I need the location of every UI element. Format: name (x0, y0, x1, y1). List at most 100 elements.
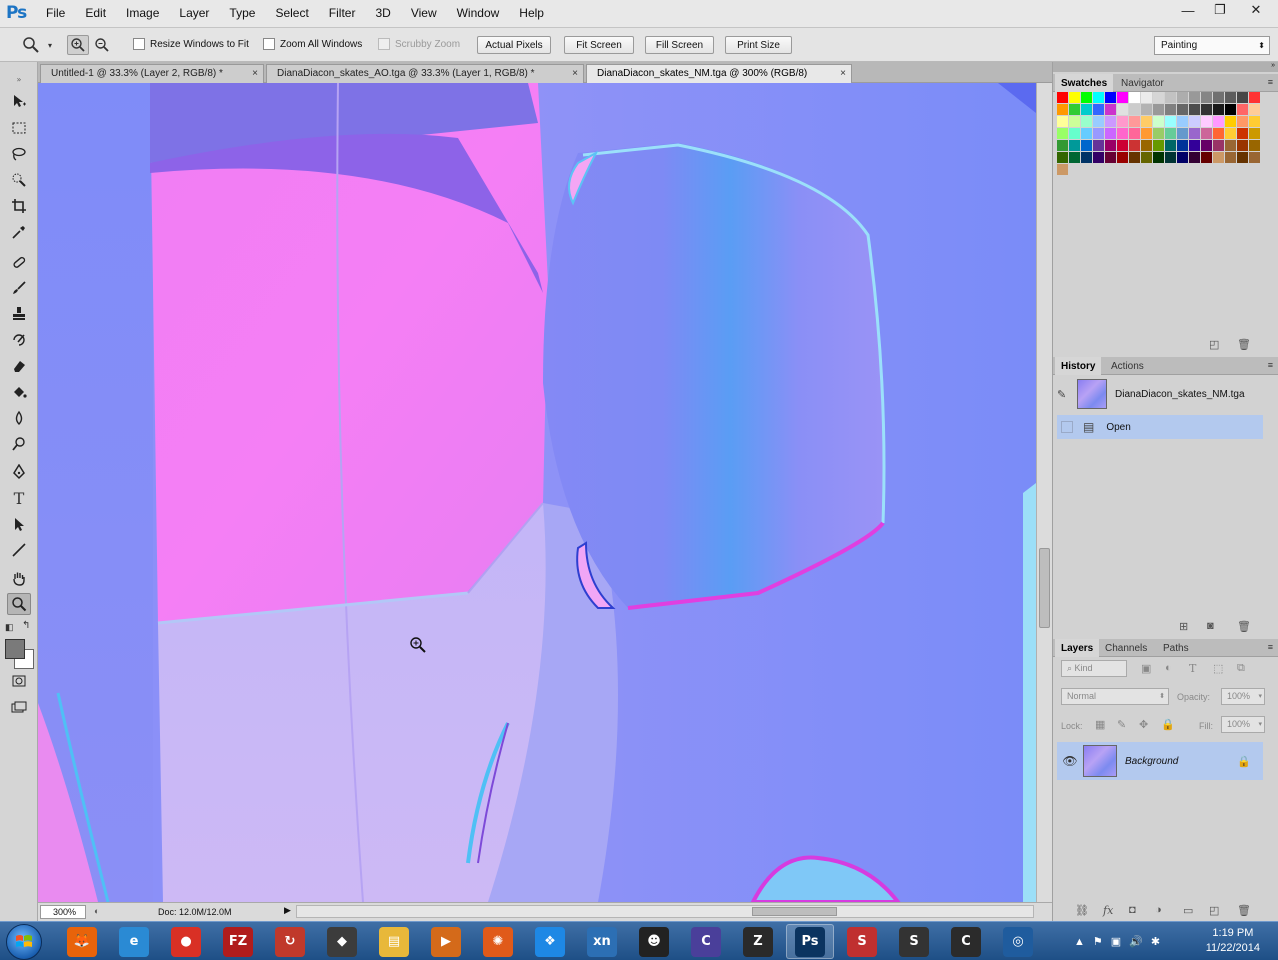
default-colors-icon[interactable]: ◧ (5, 622, 14, 633)
show-hidden-icons-arrow-icon[interactable]: ▲ (1074, 936, 1085, 948)
healing-brush-tool-icon[interactable] (7, 251, 31, 273)
start-button[interactable] (6, 924, 42, 960)
color-swatch[interactable] (1213, 92, 1224, 103)
taskbar-dropbox-button[interactable]: ❖ (526, 924, 574, 959)
print-size-button[interactable]: Print Size (725, 36, 792, 54)
tab-history[interactable]: History (1055, 357, 1102, 375)
layer-background[interactable]: 👁 Background 🔒 (1057, 742, 1263, 780)
menu-image[interactable]: Image (116, 6, 169, 20)
color-swatch[interactable] (1225, 140, 1236, 151)
tab-navigator[interactable]: Navigator (1115, 74, 1170, 92)
taskbar-swirl-button[interactable]: ✺ (474, 924, 522, 959)
vertical-scrollbar[interactable] (1036, 83, 1052, 902)
color-swatch[interactable] (1237, 140, 1248, 151)
taskbar-sg-button[interactable]: S (890, 924, 938, 959)
checkbox-box[interactable] (133, 38, 145, 50)
color-swatch[interactable] (1141, 152, 1152, 163)
color-swatch[interactable] (1057, 128, 1068, 139)
color-swatch[interactable] (1225, 104, 1236, 115)
color-swatch[interactable] (1237, 116, 1248, 127)
panel-menu-icon[interactable]: ≡ (1268, 642, 1273, 652)
color-swatch[interactable] (1105, 128, 1116, 139)
color-swatch[interactable] (1165, 152, 1176, 163)
minimize-button[interactable]: — (1172, 0, 1204, 20)
new-layer-icon[interactable]: ◰ (1209, 904, 1219, 917)
tab-skates-ao[interactable]: DianaDiacon_skates_AO.tga @ 33.3% (Layer… (266, 64, 584, 83)
taskbar-zbrush-button[interactable]: Z (734, 924, 782, 959)
color-swatch[interactable] (1129, 116, 1140, 127)
color-swatch[interactable] (1129, 152, 1140, 163)
color-swatch[interactable] (1057, 140, 1068, 151)
color-swatch[interactable] (1189, 104, 1200, 115)
menu-type[interactable]: Type (219, 6, 265, 20)
link-layers-icon[interactable]: ⛓ (1075, 904, 1089, 917)
color-swatch[interactable] (1057, 104, 1068, 115)
taskbar-gamer-button[interactable]: ☻ (630, 924, 678, 959)
adjustment-layer-icon[interactable]: ◑ (1155, 904, 1162, 916)
restore-button[interactable]: ❐ (1204, 0, 1236, 20)
filter-type-icon[interactable]: T (1189, 662, 1196, 675)
color-swatch[interactable] (1117, 116, 1128, 127)
taskbar-blender-button[interactable]: ◎ (994, 924, 1042, 959)
menu-layer[interactable]: Layer (169, 6, 219, 20)
new-document-from-state-icon[interactable]: ⊞ (1179, 620, 1188, 633)
taskbar-clock[interactable]: 1:19 PM 11/22/2014 (1206, 926, 1260, 956)
lock-position-icon[interactable]: ✥ (1139, 718, 1148, 731)
color-swatch[interactable] (1225, 128, 1236, 139)
close-button[interactable]: ✕ (1236, 0, 1276, 20)
color-swatch[interactable] (1129, 140, 1140, 151)
filter-pixel-icon[interactable]: ▣ (1141, 662, 1151, 675)
color-swatch[interactable] (1201, 104, 1212, 115)
color-swatch[interactable] (1177, 140, 1188, 151)
color-swatch[interactable] (1177, 104, 1188, 115)
color-swatch[interactable] (1069, 152, 1080, 163)
quick-mask-icon[interactable] (7, 670, 31, 692)
status-menu-arrow-icon[interactable]: ▶ (284, 905, 291, 916)
color-swatch[interactable] (1189, 116, 1200, 127)
path-selection-tool-icon[interactable] (7, 513, 31, 535)
color-swatch[interactable] (1201, 92, 1212, 103)
add-mask-icon[interactable]: ◘ (1129, 904, 1136, 916)
new-group-icon[interactable]: ▭ (1183, 904, 1193, 917)
layer-kind-filter[interactable]: ⌕ Kind (1061, 660, 1127, 677)
color-swatch[interactable] (1057, 92, 1068, 103)
color-swatch[interactable] (1201, 152, 1212, 163)
menu-file[interactable]: File (36, 6, 75, 20)
type-tool-icon[interactable]: T (7, 487, 31, 509)
color-swatch[interactable] (1201, 116, 1212, 127)
color-swatch[interactable] (1093, 128, 1104, 139)
swap-colors-icon[interactable]: ↰ (22, 620, 30, 631)
color-swatch[interactable] (1201, 140, 1212, 151)
color-swatch[interactable] (1177, 128, 1188, 139)
color-swatch[interactable] (1225, 152, 1236, 163)
status-options-icon[interactable]: ◐ (94, 906, 99, 916)
collapse-icon[interactable]: » (7, 68, 31, 90)
color-swatch[interactable] (1225, 116, 1236, 127)
lock-all-icon[interactable]: 🔒 (1161, 718, 1175, 731)
color-swatch[interactable] (1057, 164, 1068, 175)
crop-tool-icon[interactable] (7, 195, 31, 217)
quick-selection-tool-icon[interactable] (7, 169, 31, 191)
color-swatch[interactable] (1081, 104, 1092, 115)
tab-channels[interactable]: Channels (1099, 639, 1153, 657)
color-swatch[interactable] (1069, 116, 1080, 127)
color-swatch[interactable] (1057, 152, 1068, 163)
taskbar-sync-button[interactable]: ↻ (266, 924, 314, 959)
color-swatch[interactable] (1105, 104, 1116, 115)
color-swatch[interactable] (1165, 92, 1176, 103)
color-swatch[interactable] (1189, 152, 1200, 163)
color-swatch[interactable] (1141, 128, 1152, 139)
taskbar-photoshop-button[interactable]: Ps (786, 924, 834, 959)
checkbox-box[interactable] (263, 38, 275, 50)
color-swatch[interactable] (1129, 92, 1140, 103)
color-swatch[interactable] (1069, 140, 1080, 151)
menu-edit[interactable]: Edit (75, 6, 116, 20)
color-swatch[interactable] (1153, 128, 1164, 139)
color-swatch[interactable] (1165, 140, 1176, 151)
zoom-level-field[interactable]: 300% (40, 905, 86, 919)
filter-smart-object-icon[interactable]: ⧉ (1237, 662, 1245, 675)
resize-windows-checkbox[interactable]: Resize Windows to Fit (133, 38, 249, 50)
taskbar-c-app-button[interactable]: C (942, 924, 990, 959)
color-swatch[interactable] (1249, 140, 1260, 151)
taskbar-chrome-button[interactable]: ● (162, 924, 210, 959)
